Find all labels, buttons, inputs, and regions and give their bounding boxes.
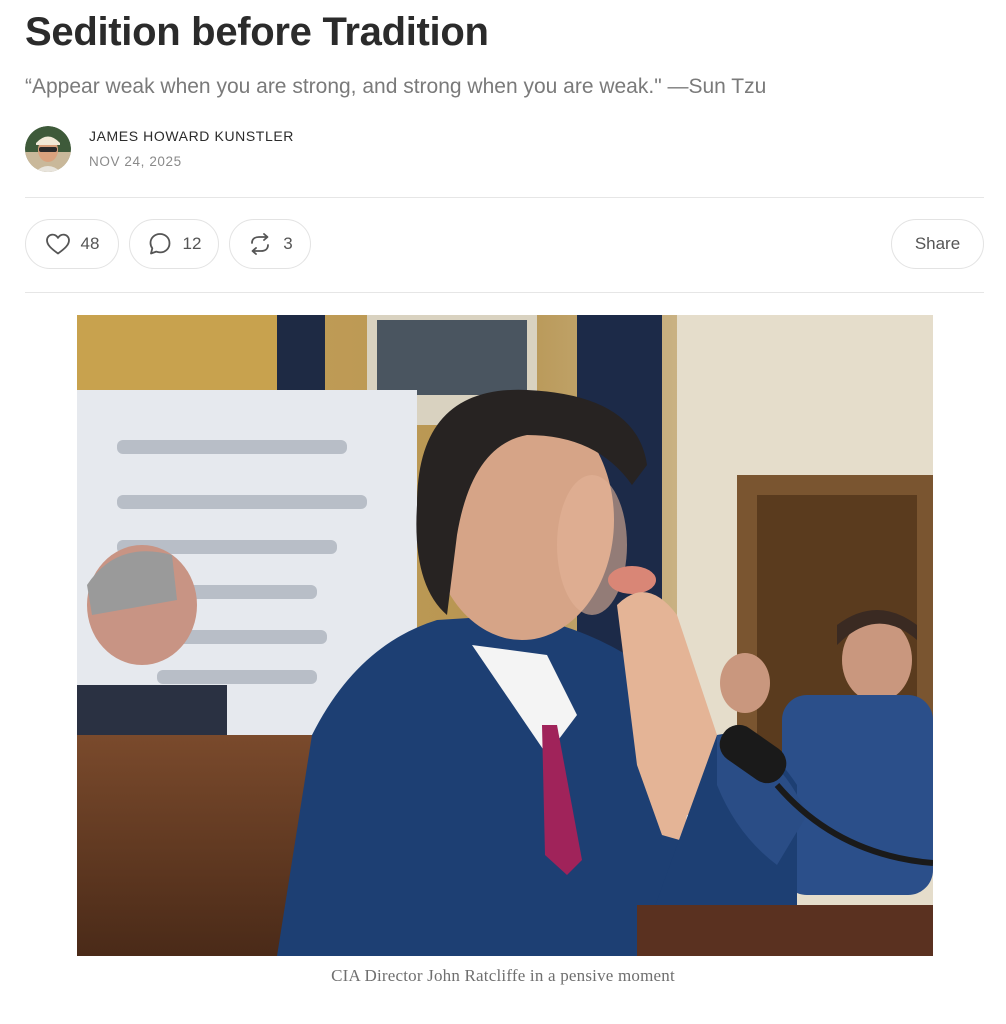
share-button[interactable]: Share	[891, 219, 984, 269]
author-name[interactable]: JAMES HOWARD KUNSTLER	[89, 128, 294, 144]
divider-top	[25, 197, 984, 198]
like-button[interactable]: 48	[25, 219, 119, 269]
post-date: NOV 24, 2025	[89, 154, 182, 169]
like-count: 48	[80, 234, 100, 253]
comment-icon	[147, 231, 173, 257]
share-label: Share	[914, 234, 961, 253]
restack-button[interactable]: 3	[229, 219, 311, 269]
divider-bottom	[25, 292, 984, 293]
post-title: Sedition before Tradition	[25, 10, 489, 54]
post-image[interactable]	[77, 315, 933, 956]
restack-count: 3	[283, 234, 293, 253]
post-subtitle: “Appear weak when you are strong, and st…	[25, 75, 767, 98]
author-avatar[interactable]	[25, 126, 71, 172]
comment-button[interactable]: 12	[129, 219, 219, 269]
heart-icon	[45, 232, 71, 256]
image-caption: CIA Director John Ratcliffe in a pensive…	[331, 966, 675, 985]
comment-count: 12	[182, 234, 202, 253]
restack-icon	[247, 231, 273, 257]
